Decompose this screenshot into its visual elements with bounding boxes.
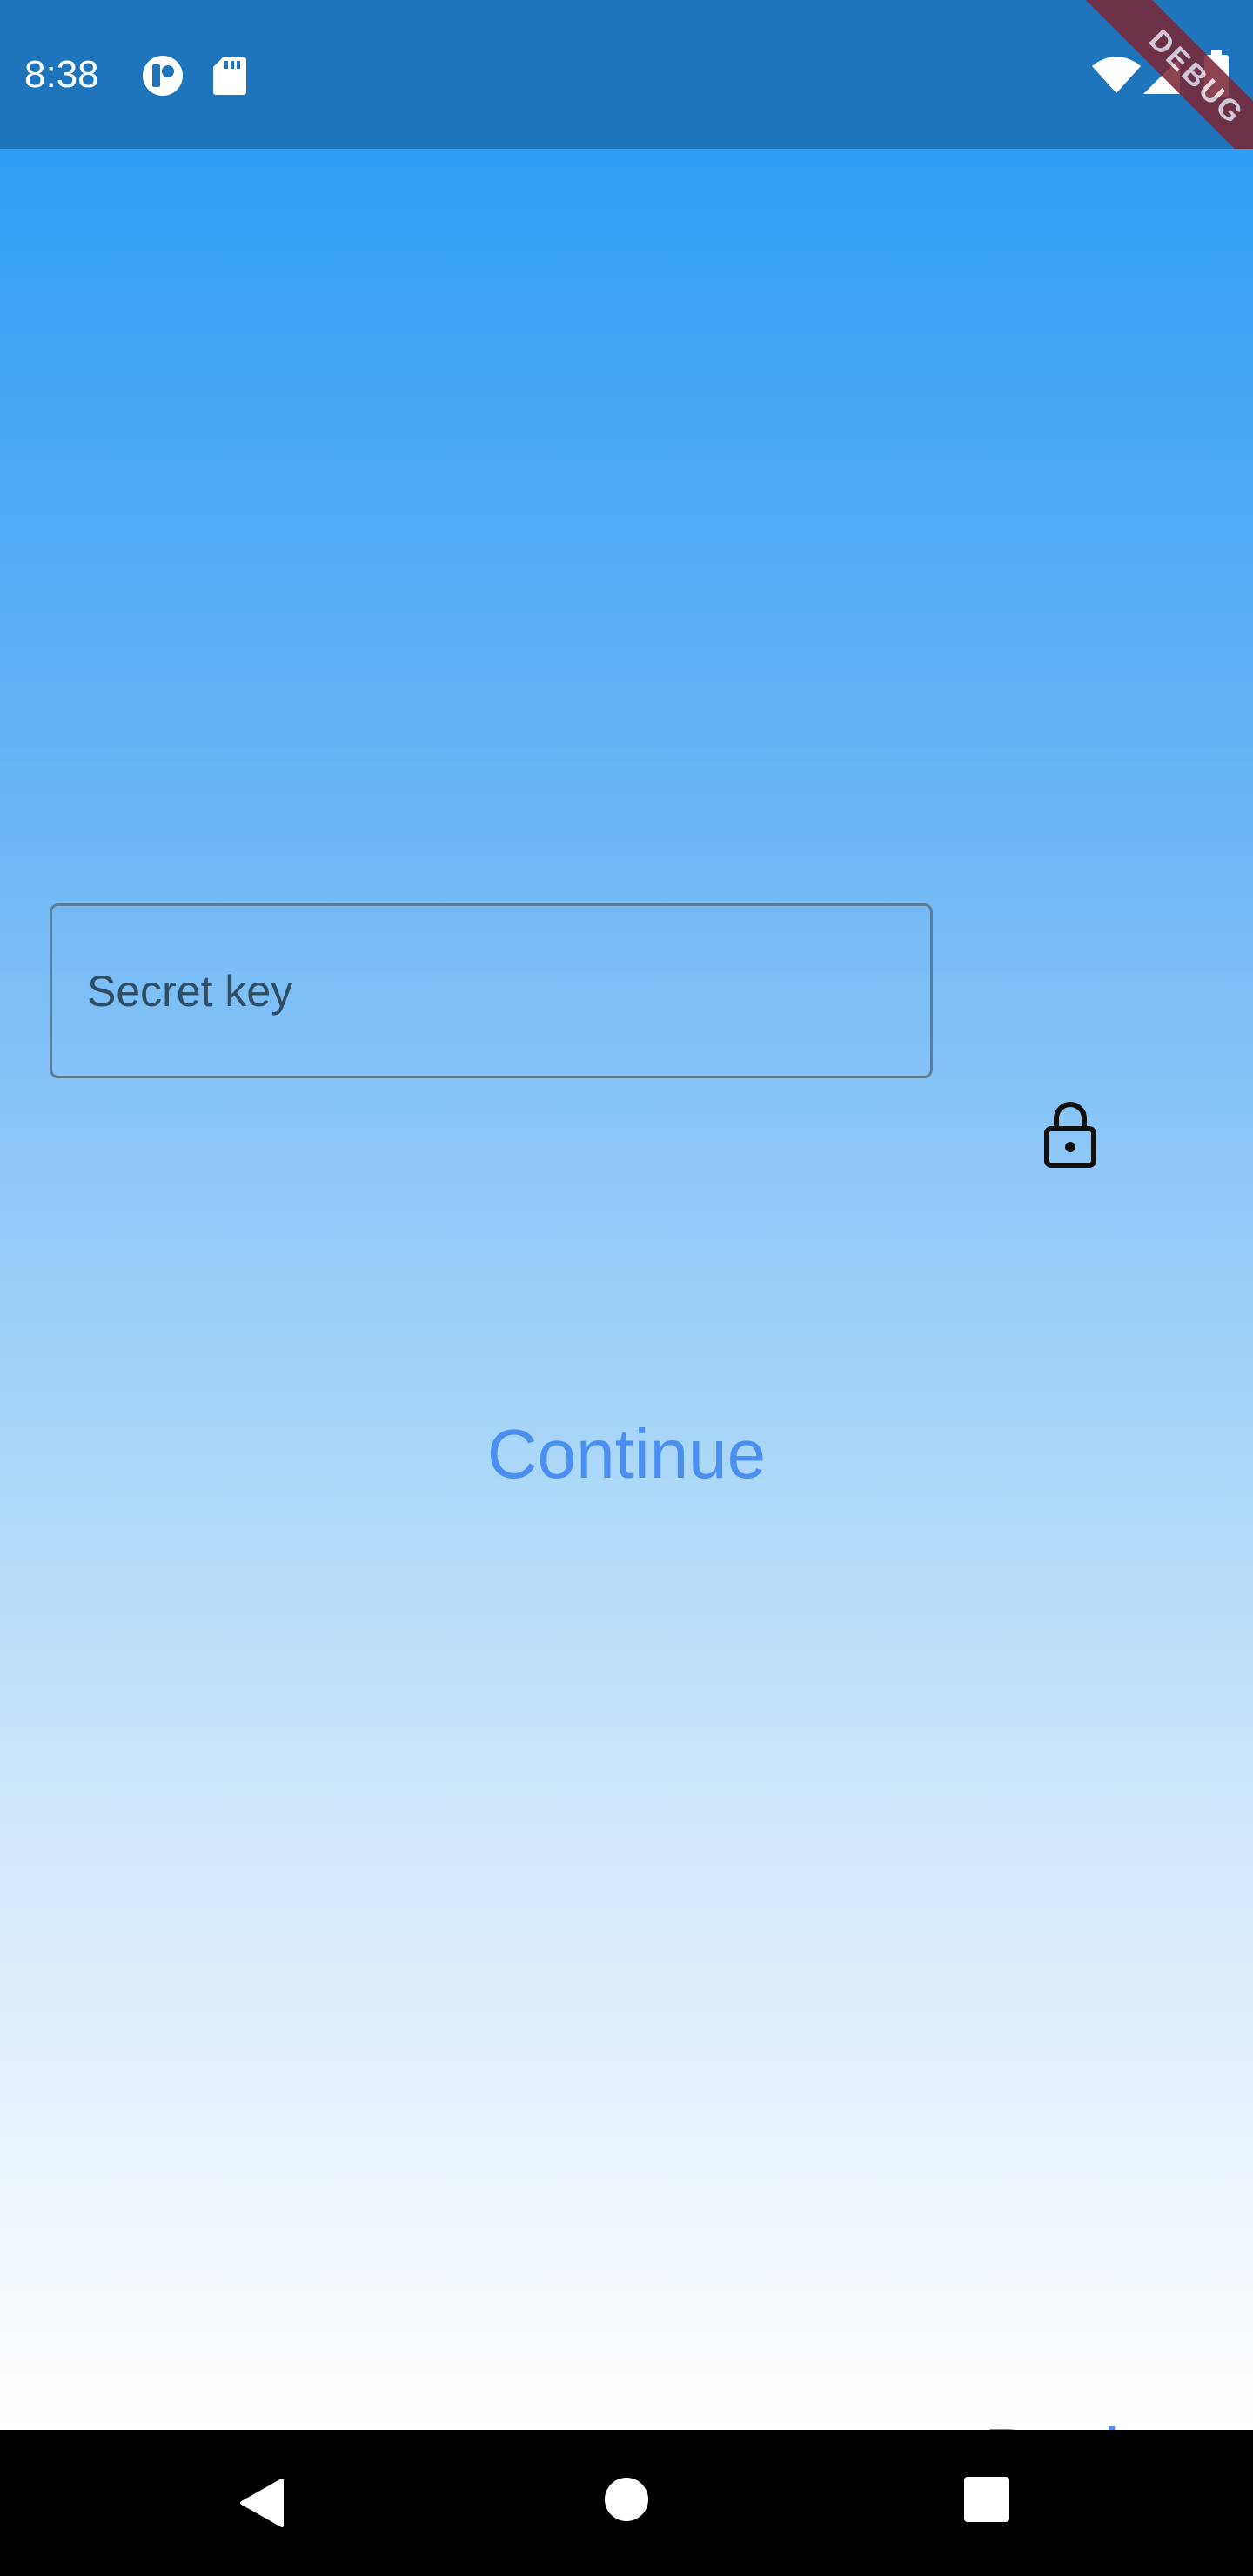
recents-square-icon[interactable]: [964, 2477, 1009, 2522]
back-triangle-icon[interactable]: [237, 2477, 285, 2529]
wifi-icon: [1092, 57, 1141, 93]
lock-icon: [1044, 1102, 1096, 1168]
continue-button[interactable]: Continue: [452, 1402, 801, 1506]
secret-key-input[interactable]: [87, 906, 905, 1076]
status-bar: 8:38: [0, 0, 1253, 149]
secret-key-field[interactable]: [50, 903, 933, 1078]
lock-toggle-button[interactable]: [1027, 1090, 1114, 1177]
app-notification-icon: [143, 56, 183, 96]
main-content: Continue Back: [0, 149, 1253, 2492]
system-nav-bar: [0, 2430, 1253, 2576]
sd-card-icon: [213, 57, 246, 95]
status-time: 8:38: [24, 53, 99, 96]
app-screen: 8:38 DEBUG Secret key Continue: [0, 0, 1253, 2576]
home-circle-icon[interactable]: [604, 2477, 649, 2522]
